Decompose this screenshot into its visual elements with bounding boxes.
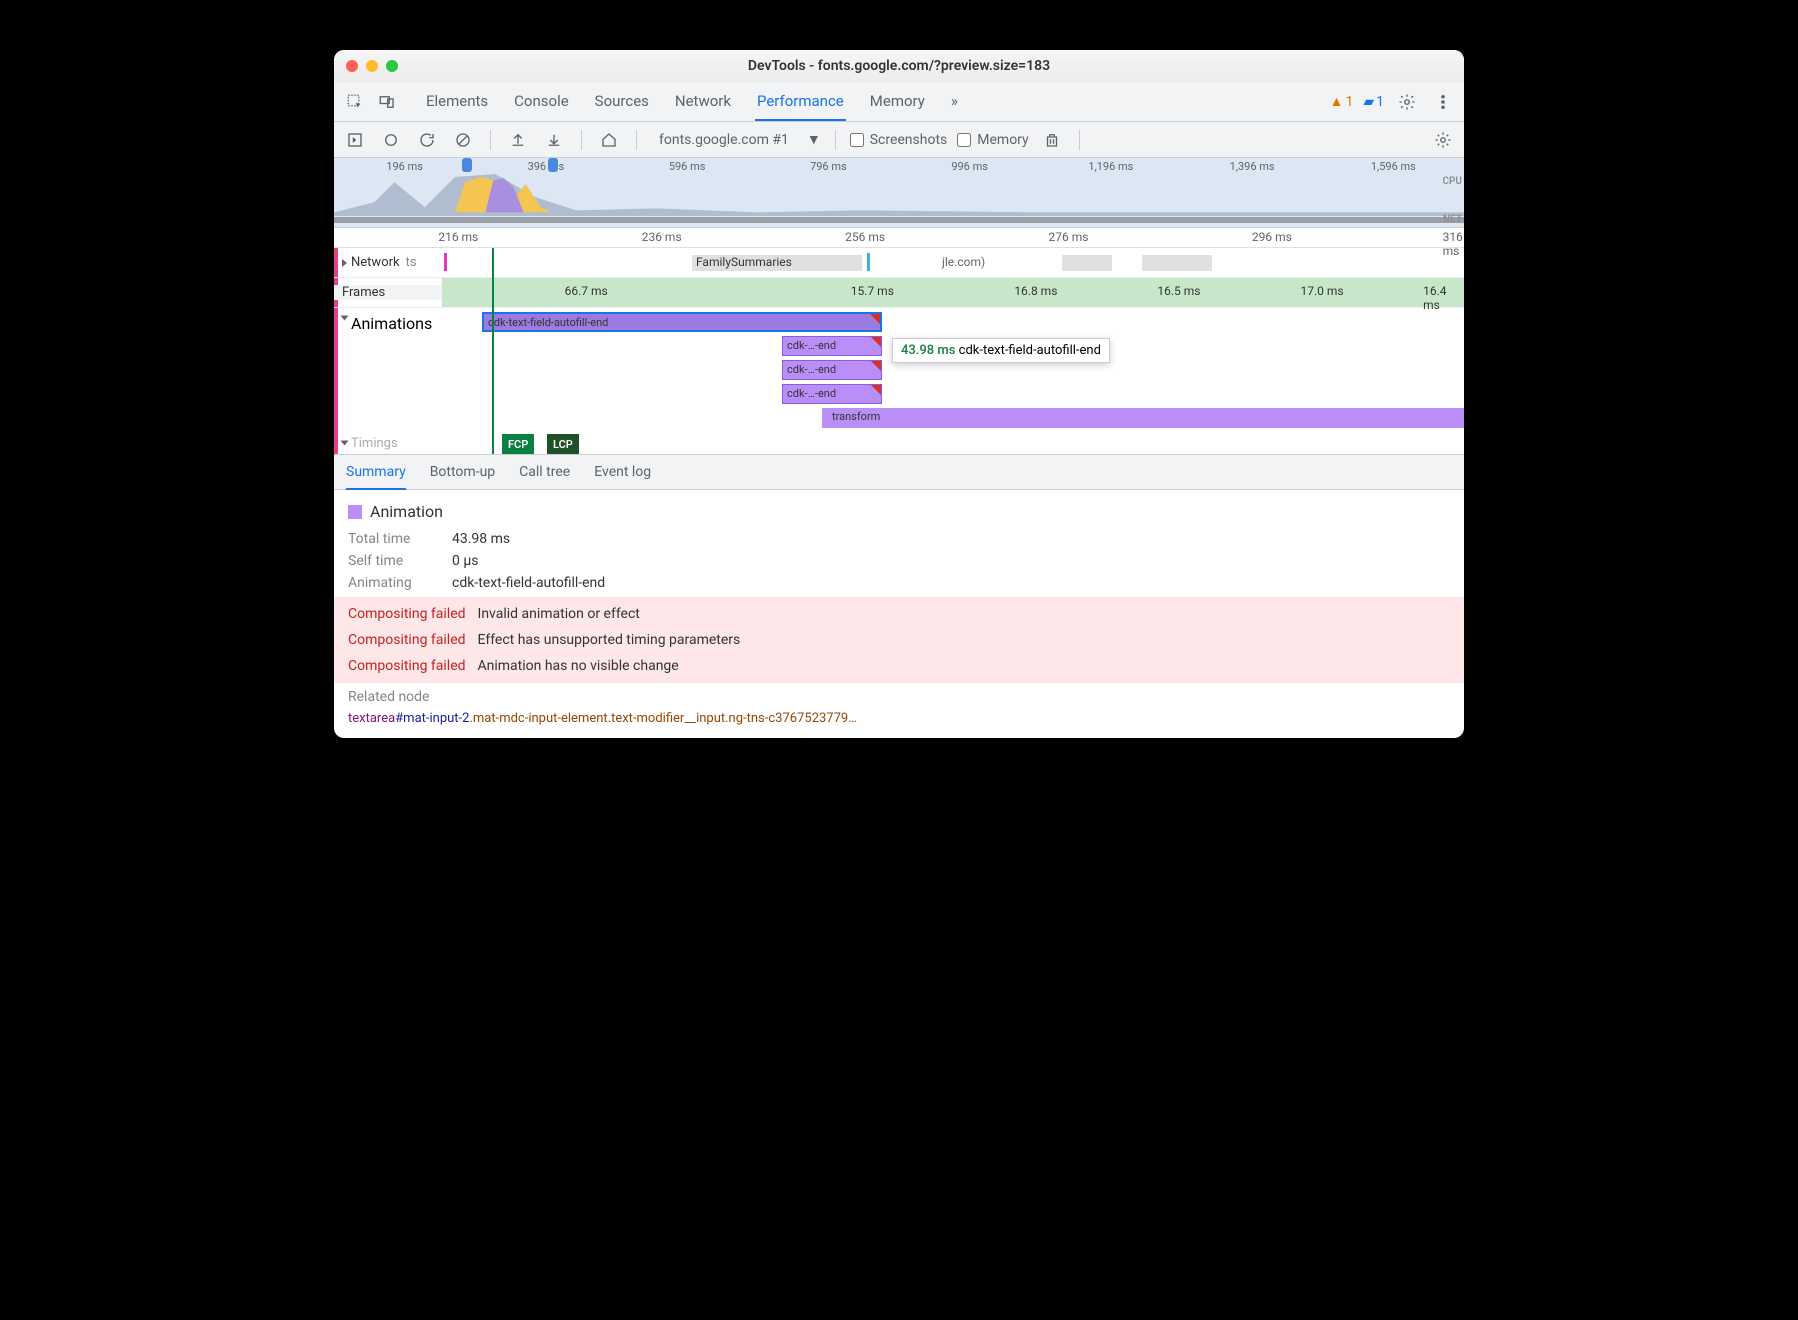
warnings-count: 1 [1345,94,1353,110]
animation-bar[interactable]: cdk-…-end [782,336,882,356]
capture-settings-icon[interactable] [1430,127,1456,153]
network-entry[interactable]: FamilySummaries [692,255,862,271]
tab-bottom-up[interactable]: Bottom-up [430,464,495,480]
frame-duration[interactable]: 15.7 ms [851,284,894,298]
issues-badge[interactable]: ▰ 1 [1363,94,1384,110]
frame-duration[interactable]: 16.5 ms [1157,284,1200,298]
tab-summary[interactable]: Summary [346,464,406,490]
reload-icon[interactable] [414,127,440,153]
overview-timeline[interactable]: 196 ms396 ms596 ms796 ms996 ms1,196 ms1,… [334,158,1464,228]
timings-row[interactable]: Timings FCP LCP [334,432,1464,454]
tab-memory[interactable]: Memory [868,83,927,120]
disclosure-icon[interactable] [342,259,347,267]
warning-icon [870,314,880,324]
tab-console[interactable]: Console [512,83,571,120]
dropdown-icon[interactable]: ▼ [807,131,821,148]
lcp-marker[interactable]: LCP [547,434,579,454]
ruler-tick: 296 ms [1252,230,1292,244]
overview-net-bar [334,217,1464,223]
panel-tabs: Elements Console Sources Network Perform… [424,83,960,120]
animation-bar-selected[interactable]: cdk-text-field-autofill-end [482,312,882,332]
warning-icon [871,361,881,371]
tab-event-log[interactable]: Event log [594,464,651,480]
range-handle-left[interactable] [462,158,472,172]
summary-title: Animation [370,502,443,521]
titlebar: DevTools - fonts.google.com/?preview.siz… [334,50,1464,82]
net-label: NET [1443,214,1462,225]
toggle-panel-icon[interactable] [342,127,368,153]
issues-count: 1 [1376,94,1384,110]
overview-ticks: 196 ms396 ms596 ms796 ms996 ms1,196 ms1,… [334,158,1464,173]
tab-sources[interactable]: Sources [593,83,651,120]
tooltip: 43.98 ms cdk-text-field-autofill-end [892,338,1110,363]
frame-duration[interactable]: 17.0 ms [1300,284,1343,298]
total-time-value: 43.98 ms [452,531,510,547]
ruler-tick: 216 ms [438,230,478,244]
warnings-badge[interactable]: ▲ 1 [1330,93,1354,110]
network-row[interactable]: Networkts FamilySummaries jle.com) [334,248,1464,278]
screenshots-toggle[interactable]: Screenshots [850,132,948,148]
frame-duration[interactable]: 16.8 ms [1014,284,1057,298]
perf-toolbar: fonts.google.com #1 ▼ Screenshots Memory [334,122,1464,158]
compositing-fail-row: Compositing failedEffect has unsupported… [348,627,1450,653]
color-swatch [348,505,362,519]
ruler-tick: 276 ms [1049,230,1089,244]
warning-icon [871,337,881,347]
tabs-overflow[interactable]: » [949,83,960,120]
flamechart[interactable]: Networkts FamilySummaries jle.com) Frame… [334,248,1464,454]
cpu-label: CPU [1442,176,1462,187]
animating-value: cdk-text-field-autofill-end [452,575,605,591]
summary-pane: Animation Total time43.98 ms Self time0 … [334,490,1464,738]
recording-selector[interactable]: fonts.google.com #1 [651,132,797,148]
animation-bar-transform[interactable]: transform [822,408,1464,428]
tab-performance[interactable]: Performance [755,83,846,121]
record-icon[interactable] [378,127,404,153]
related-node-link[interactable]: textarea#mat-input-2.mat-mdc-input-eleme… [348,711,1450,726]
ruler-tick: 236 ms [642,230,682,244]
devtools-window: DevTools - fonts.google.com/?preview.siz… [334,50,1464,738]
gc-icon[interactable] [1039,127,1065,153]
more-icon[interactable] [1430,89,1456,115]
main-toolbar: Elements Console Sources Network Perform… [334,82,1464,122]
animations-row[interactable]: Animations cdk-text-field-autofill-end c… [334,308,1464,432]
fcp-marker[interactable]: FCP [502,434,534,454]
device-icon[interactable] [374,89,400,115]
inspect-icon[interactable] [342,89,368,115]
download-icon[interactable] [541,127,567,153]
details-tabs: Summary Bottom-up Call tree Event log [334,454,1464,490]
frame-duration[interactable]: 66.7 ms [565,284,608,298]
compositing-fail-row: Compositing failedAnimation has no visib… [348,653,1450,679]
upload-icon[interactable] [505,127,531,153]
network-entry-partial[interactable]: jle.com) [942,255,985,269]
network-entry[interactable] [1062,255,1112,271]
playhead-line [492,248,494,454]
warning-icon [871,385,881,395]
clear-icon[interactable] [450,127,476,153]
cpu-chart [334,172,1464,216]
frames-row[interactable]: Frames 66.7 ms15.7 ms16.8 ms16.5 ms17.0 … [334,278,1464,308]
settings-icon[interactable] [1394,89,1420,115]
tab-call-tree[interactable]: Call tree [519,464,570,480]
range-handle-right[interactable] [548,158,558,172]
animation-bar[interactable]: cdk-…-end [782,384,882,404]
window-title: DevTools - fonts.google.com/?preview.siz… [334,58,1464,74]
tab-elements[interactable]: Elements [424,83,490,120]
animation-bar[interactable]: cdk-…-end [782,360,882,380]
disclosure-icon[interactable] [341,441,349,446]
self-time-value: 0 μs [452,553,479,569]
compositing-failures: Compositing failedInvalid animation or e… [334,597,1464,683]
compositing-fail-row: Compositing failedInvalid animation or e… [348,601,1450,627]
home-icon[interactable] [596,127,622,153]
disclosure-icon[interactable] [341,316,349,321]
memory-toggle[interactable]: Memory [957,132,1028,148]
network-entry[interactable] [1142,255,1212,271]
ruler-tick: 256 ms [845,230,885,244]
tab-network[interactable]: Network [673,83,733,120]
time-ruler[interactable]: 216 ms236 ms256 ms276 ms296 ms316 ms [334,228,1464,248]
